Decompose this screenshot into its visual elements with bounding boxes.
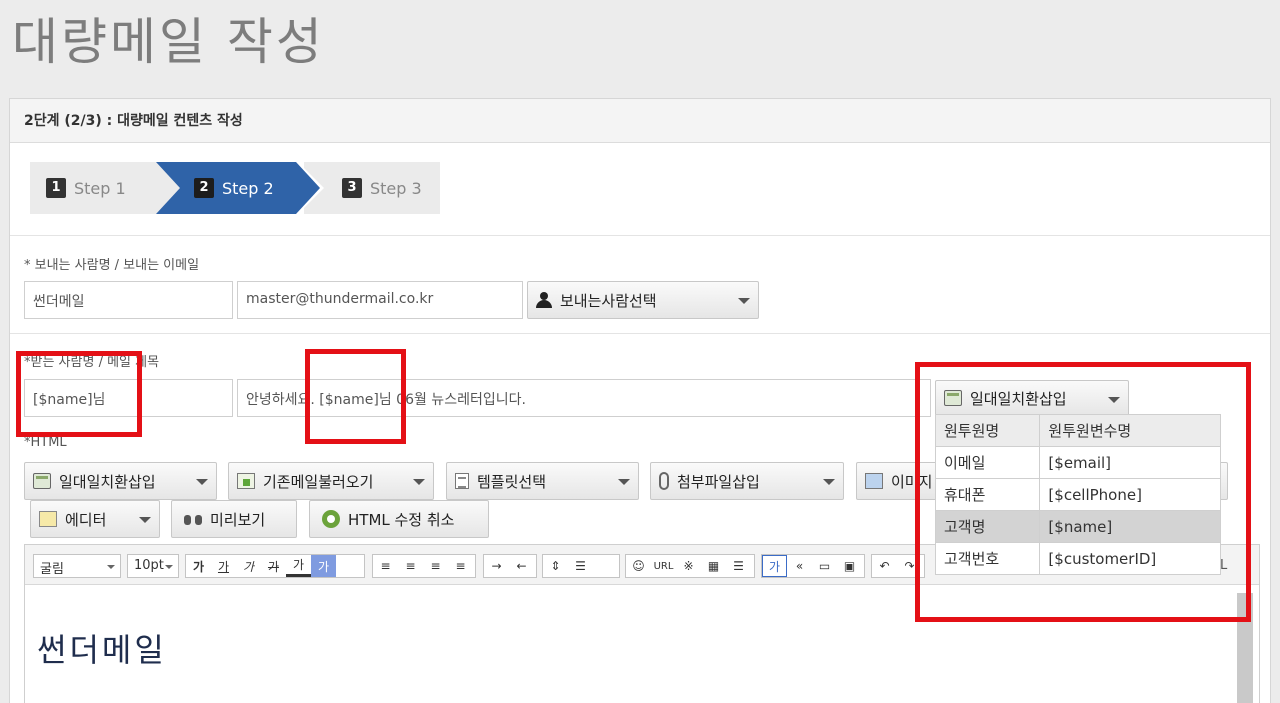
undo-icon xyxy=(322,510,340,528)
url-button[interactable]: URL xyxy=(651,555,676,577)
outdent-button[interactable]: ← xyxy=(509,555,534,577)
align-group: ≡ ≡ ≡ ≡ xyxy=(372,554,476,578)
sender-email-field[interactable]: master@thundermail.co.kr xyxy=(237,281,523,319)
panel-header: 2단계 (2/3) : 대량메일 컨텐츠 작성 xyxy=(10,99,1270,143)
font-size-value: 10pt xyxy=(134,558,164,573)
list-group: ⇕ ☰ xyxy=(542,554,620,578)
editor-content: 썬더메일 xyxy=(37,631,167,669)
document-icon xyxy=(455,473,469,489)
indent-button[interactable]: → xyxy=(484,555,509,577)
html-label: *HTML xyxy=(24,435,67,450)
underline-button[interactable]: 가 xyxy=(211,555,236,577)
template-label: 템플릿선택 xyxy=(477,472,547,491)
editor-dropdown[interactable]: 에디터 xyxy=(30,500,160,538)
sender-label: * 보내는 사람명 / 보내는 이메일 xyxy=(24,258,200,273)
step-3[interactable]: 3 Step 3 xyxy=(304,162,440,214)
divider xyxy=(10,333,1270,334)
person-icon xyxy=(536,292,552,308)
font-color-button[interactable]: 가 xyxy=(286,555,311,577)
html-insert-label: 일대일치환삽입 xyxy=(59,472,156,491)
attach-dropdown[interactable]: 첨부파일삽입 xyxy=(650,462,844,500)
italic-button[interactable]: 가 xyxy=(236,555,261,577)
emoticon-button[interactable]: ☺ xyxy=(626,555,651,577)
template-dropdown[interactable]: 템플릿선택 xyxy=(446,462,639,500)
sender-select-dropdown[interactable]: 보내는사람선택 xyxy=(527,281,759,319)
save-button[interactable]: ▣ xyxy=(837,555,862,577)
chevron-down-icon xyxy=(107,565,115,569)
load-mail-label: 기존메일불러오기 xyxy=(263,472,374,491)
html-insert-dropdown[interactable]: 일대일치환삽입 xyxy=(24,462,217,500)
chevron-down-icon xyxy=(196,479,208,485)
load-mail-dropdown[interactable]: 기존메일불러오기 xyxy=(228,462,434,500)
chevron-down-icon xyxy=(618,479,630,485)
step-1-label: Step 1 xyxy=(74,178,126,198)
chevron-down-icon xyxy=(823,479,835,485)
step-3-label: Step 3 xyxy=(370,178,422,198)
binoculars-icon xyxy=(184,511,202,527)
step-2-label: Step 2 xyxy=(222,178,274,198)
annotation-box-name xyxy=(16,351,142,437)
annotation-box-dropdown xyxy=(915,362,1251,622)
extra-group: 가 « ▭ ▣ xyxy=(761,554,865,578)
font-family-select[interactable]: 굴림 xyxy=(33,554,121,578)
cancel-html-label: HTML 수정 취소 xyxy=(348,510,455,529)
align-left-button[interactable]: ≡ xyxy=(373,555,398,577)
text-box-button[interactable]: 가 xyxy=(762,555,787,577)
cancel-html-button[interactable]: HTML 수정 취소 xyxy=(309,500,489,538)
special-char-button[interactable]: ※ xyxy=(676,555,701,577)
load-icon xyxy=(237,473,255,489)
font-size-select[interactable]: 10pt xyxy=(127,554,179,578)
strike-button[interactable]: 가 xyxy=(261,555,286,577)
attach-label: 첨부파일삽입 xyxy=(677,472,760,491)
paperclip-icon xyxy=(659,472,669,490)
preview-button[interactable]: 미리보기 xyxy=(171,500,297,538)
divider xyxy=(10,235,1270,236)
align-right-button[interactable]: ≡ xyxy=(423,555,448,577)
hr-button[interactable]: ☰ xyxy=(726,555,751,577)
chevron-down-icon xyxy=(413,479,425,485)
step-1[interactable]: 1 Step 1 xyxy=(30,162,160,214)
line-height-button[interactable]: ⇕ xyxy=(543,555,568,577)
editor-label: 에디터 xyxy=(65,510,107,529)
step-wizard: 1 Step 1 3 Step 3 2 Step 2 xyxy=(30,162,440,214)
align-justify-button[interactable]: ≡ xyxy=(448,555,473,577)
page-title: 대량메일 작성 xyxy=(12,13,325,71)
format-group: 가 가 가 가 가 가 xyxy=(185,554,365,578)
edit-icon xyxy=(39,511,57,527)
chevron-down-icon xyxy=(165,565,173,569)
sender-select-label: 보내는사람선택 xyxy=(560,291,657,310)
align-center-button[interactable]: ≡ xyxy=(398,555,423,577)
step-2-active[interactable]: 2 Step 2 xyxy=(156,162,320,214)
image-icon xyxy=(865,473,883,489)
table-button[interactable]: ▦ xyxy=(701,555,726,577)
chevron-down-icon xyxy=(139,517,151,523)
preview-label: 미리보기 xyxy=(210,510,266,529)
sender-name-field[interactable]: 썬더메일 xyxy=(24,281,233,319)
annotation-box-subject xyxy=(305,349,406,444)
undo-button[interactable]: ↶ xyxy=(872,555,897,577)
quote-button[interactable]: « xyxy=(787,555,812,577)
step-3-number: 3 xyxy=(342,178,362,198)
insert-group: ☺ URL ※ ▦ ☰ xyxy=(625,554,755,578)
bg-color-button[interactable]: 가 xyxy=(311,555,336,577)
chevron-down-icon xyxy=(738,298,750,304)
image-insert-button[interactable]: ▭ xyxy=(812,555,837,577)
bold-button[interactable]: 가 xyxy=(186,555,211,577)
indent-group: → ← xyxy=(483,554,537,578)
numbered-list-button[interactable]: ☰ xyxy=(568,555,593,577)
mail-merge-icon xyxy=(33,473,51,489)
step-1-number: 1 xyxy=(46,178,66,198)
step-2-number: 2 xyxy=(194,178,214,198)
font-family-value: 굴림 xyxy=(40,562,64,577)
